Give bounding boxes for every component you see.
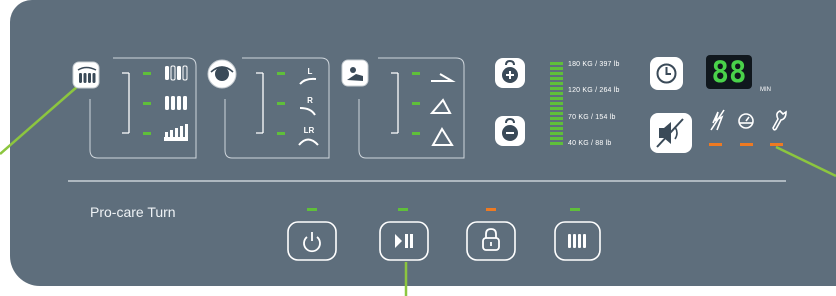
led-green xyxy=(412,102,420,105)
led-green xyxy=(570,208,580,211)
weight-label-70: 70 KG / 154 lb xyxy=(568,114,616,121)
led-green xyxy=(398,208,408,211)
led-green xyxy=(412,72,420,75)
angle-high-icon[interactable] xyxy=(431,127,454,146)
group-head-section xyxy=(341,57,465,159)
panel-graphics: L R LR xyxy=(0,57,836,296)
led-green xyxy=(277,132,285,135)
play-pause-icon xyxy=(395,234,413,248)
led-orange xyxy=(486,208,496,211)
power-fail-icon xyxy=(710,109,725,131)
led-green xyxy=(143,132,151,135)
timer-button[interactable] xyxy=(650,57,683,90)
power-icon xyxy=(303,232,321,253)
angle-low-icon[interactable] xyxy=(431,73,456,82)
head-section-button[interactable] xyxy=(341,59,369,87)
static-mattress-icon xyxy=(568,234,586,248)
mattress-roll-button[interactable] xyxy=(72,61,100,89)
timer-display: 88 xyxy=(706,55,752,89)
static-mattress-button[interactable] xyxy=(554,221,601,261)
weight-label-180: 180 KG / 397 lb xyxy=(568,61,620,68)
turn-left-arrow-icon[interactable] xyxy=(299,77,317,85)
lock-button[interactable] xyxy=(466,221,516,261)
led-orange xyxy=(709,143,722,146)
mute-button[interactable] xyxy=(650,113,692,153)
pointer-line-left xyxy=(0,85,79,155)
led-green xyxy=(277,72,285,75)
weight-decrease-button[interactable] xyxy=(495,116,525,146)
weight-led-bar xyxy=(550,62,563,145)
led-orange xyxy=(740,143,753,146)
turn-both-label: LR xyxy=(304,126,315,135)
led-green xyxy=(412,132,420,135)
led-orange xyxy=(770,143,783,146)
cells-a-icon[interactable] xyxy=(165,65,188,81)
service-wrench-icon xyxy=(772,110,787,131)
timer-unit-label: MIN xyxy=(760,87,771,93)
angle-mid-icon[interactable] xyxy=(429,98,452,114)
turn-button[interactable] xyxy=(207,59,237,89)
pressure-gauge-icon xyxy=(738,113,754,129)
weight-label-40: 40 KG / 88 lb xyxy=(568,140,612,147)
turn-left-label: L xyxy=(308,67,313,76)
play-pause-button[interactable] xyxy=(379,221,429,261)
cells-c-icon[interactable] xyxy=(164,124,188,141)
lock-icon xyxy=(482,228,500,251)
turn-right-arrow-icon[interactable] xyxy=(299,107,316,116)
weight-increase-button[interactable] xyxy=(495,58,525,88)
turn-right-label: R xyxy=(307,96,313,105)
pointer-line-right xyxy=(775,145,836,178)
power-button[interactable] xyxy=(287,221,337,261)
led-green xyxy=(307,208,317,211)
led-green xyxy=(277,102,285,105)
turn-both-arrow-icon[interactable] xyxy=(298,138,319,146)
led-green xyxy=(143,72,151,75)
weight-label-120: 120 KG / 264 lb xyxy=(568,87,620,94)
panel-label: Pro-care Turn xyxy=(90,204,176,220)
cells-b-icon[interactable] xyxy=(165,96,187,110)
group-mattress xyxy=(72,57,197,159)
led-green xyxy=(143,102,151,105)
group-turn: L R LR xyxy=(207,57,330,159)
